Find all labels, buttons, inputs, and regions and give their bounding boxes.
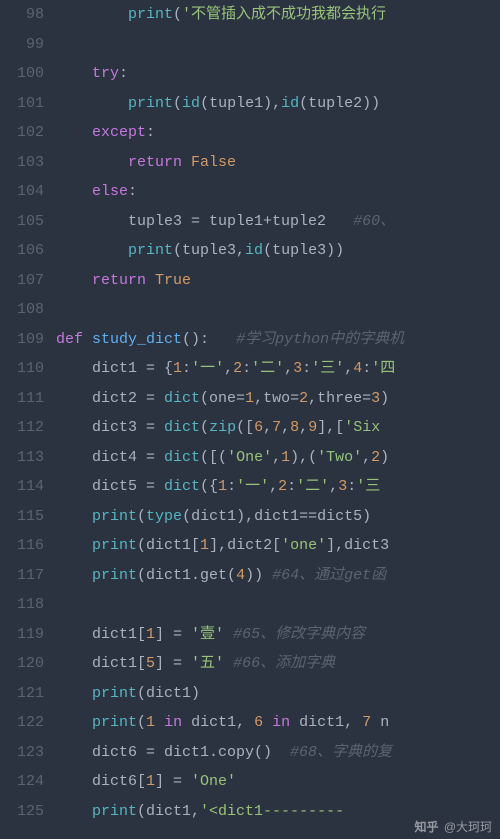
code-line[interactable]: def study_dict(): #学习python中的字典机 [56, 325, 500, 355]
line-number: 112 [0, 413, 44, 443]
line-number: 100 [0, 59, 44, 89]
code-editor[interactable]: 9899100101102103104105106107108109110111… [0, 0, 500, 839]
line-number: 116 [0, 531, 44, 561]
code-line[interactable]: dict1[1] = '壹' #65、修改字典内容 [56, 620, 500, 650]
code-line[interactable]: print(tuple3,id(tuple3)) [56, 236, 500, 266]
code-line[interactable]: print(id(tuple1),id(tuple2)) [56, 89, 500, 119]
watermark: 知乎 @大珂珂 [414, 821, 492, 833]
code-line[interactable] [56, 30, 500, 60]
line-number: 108 [0, 295, 44, 325]
line-number: 98 [0, 0, 44, 30]
code-line[interactable]: print(1 in dict1, 6 in dict1, 7 n [56, 708, 500, 738]
line-number: 124 [0, 767, 44, 797]
line-number: 110 [0, 354, 44, 384]
code-line[interactable] [56, 295, 500, 325]
watermark-logo: 知乎 [414, 821, 438, 833]
line-number: 111 [0, 384, 44, 414]
code-area[interactable]: print('不管插入成不成功我都会执行 try: print(id(tuple… [56, 0, 500, 839]
code-line[interactable]: dict5 = dict({1:'一',2:'二',3:'三 [56, 472, 500, 502]
code-line[interactable]: else: [56, 177, 500, 207]
line-number: 119 [0, 620, 44, 650]
line-number: 115 [0, 502, 44, 532]
line-number: 122 [0, 708, 44, 738]
code-line[interactable]: dict6[1] = 'One' [56, 767, 500, 797]
line-number: 107 [0, 266, 44, 296]
code-line[interactable]: print(dict1[1],dict2['one'],dict3 [56, 531, 500, 561]
line-number: 123 [0, 738, 44, 768]
code-line[interactable]: dict2 = dict(one=1,two=2,three=3) [56, 384, 500, 414]
code-line[interactable]: return True [56, 266, 500, 296]
code-line[interactable]: tuple3 = tuple1+tuple2 #60、 [56, 207, 500, 237]
line-number: 118 [0, 590, 44, 620]
code-line[interactable]: print(dict1) [56, 679, 500, 709]
code-line[interactable]: print(type(dict1),dict1==dict5) [56, 502, 500, 532]
line-number: 113 [0, 443, 44, 473]
line-number: 103 [0, 148, 44, 178]
code-line[interactable]: try: [56, 59, 500, 89]
code-line[interactable]: dict1[5] = '五' #66、添加字典 [56, 649, 500, 679]
line-number: 125 [0, 797, 44, 827]
line-number: 117 [0, 561, 44, 591]
line-number-gutter: 9899100101102103104105106107108109110111… [0, 0, 56, 839]
line-number: 102 [0, 118, 44, 148]
watermark-text: @大珂珂 [444, 820, 492, 834]
line-number: 121 [0, 679, 44, 709]
code-line[interactable] [56, 590, 500, 620]
code-line[interactable]: return False [56, 148, 500, 178]
code-line[interactable]: dict1 = {1:'一',2:'二',3:'三',4:'四 [56, 354, 500, 384]
line-number: 105 [0, 207, 44, 237]
line-number: 114 [0, 472, 44, 502]
line-number: 120 [0, 649, 44, 679]
line-number: 99 [0, 30, 44, 60]
code-line[interactable]: print('不管插入成不成功我都会执行 [56, 0, 500, 30]
code-line[interactable]: print(dict1.get(4)) #64、通过get函 [56, 561, 500, 591]
code-line[interactable]: dict3 = dict(zip([6,7,8,9],['Six [56, 413, 500, 443]
code-line[interactable]: dict6 = dict1.copy() #68、字典的复 [56, 738, 500, 768]
line-number: 104 [0, 177, 44, 207]
line-number: 106 [0, 236, 44, 266]
line-number: 101 [0, 89, 44, 119]
code-line[interactable]: except: [56, 118, 500, 148]
code-line[interactable]: dict4 = dict([('One',1),('Two',2) [56, 443, 500, 473]
line-number: 109 [0, 325, 44, 355]
